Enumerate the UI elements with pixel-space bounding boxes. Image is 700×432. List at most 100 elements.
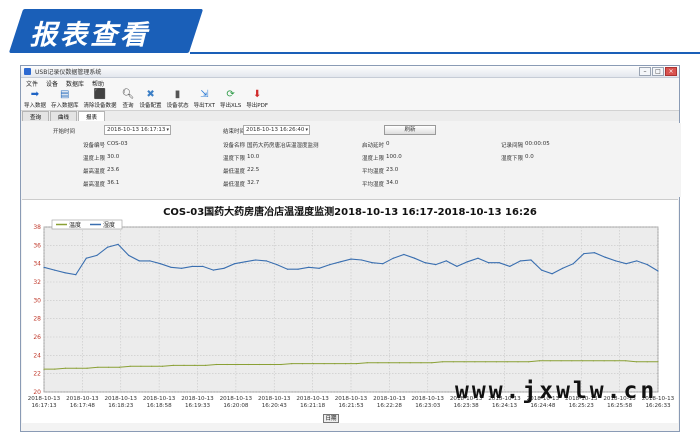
temperature-point — [614, 360, 616, 362]
export-xls-button[interactable]: ⟳ 导出XLS — [220, 88, 241, 110]
temperature-point — [43, 368, 45, 370]
temperature-point — [625, 360, 627, 362]
export-pdf-button[interactable]: ⬇ 导出PDF — [246, 88, 268, 110]
export-txt-icon: ⇲ — [200, 88, 209, 100]
y-tick-label: 36 — [33, 242, 41, 249]
tools-icon: ✖ — [146, 88, 155, 100]
tab-curve[interactable]: 曲线 — [50, 111, 78, 121]
x-tick-date: 2018-10-13 — [411, 396, 444, 402]
menu-database[interactable]: 数据库 — [66, 79, 84, 88]
temperature-point — [538, 360, 541, 362]
humidity-point — [413, 257, 416, 259]
temp-upper-value: 30.0 — [107, 154, 120, 160]
humidity-point — [54, 269, 56, 271]
minimize-button[interactable]: – — [639, 67, 651, 76]
humidity-point — [519, 260, 521, 262]
x-tick-date: 2018-10-13 — [181, 396, 214, 402]
max-hum-value: 36.1 — [107, 180, 120, 186]
x-tick-date: 2018-10-13 — [143, 396, 176, 402]
temperature-point — [485, 361, 487, 363]
banner-divider — [190, 52, 700, 54]
temperature-point — [54, 368, 56, 370]
hum-lower-value: 0.0 — [525, 154, 534, 160]
window-titlebar: USB记录仪数据管理系统 – □ × — [21, 66, 679, 78]
temperature-point — [64, 367, 67, 369]
temperature-point — [431, 362, 433, 364]
max-temp-value: 23.6 — [107, 167, 120, 173]
humidity-point — [636, 260, 638, 262]
hum-upper-value: 100.0 — [386, 154, 402, 160]
temperature-point — [258, 363, 260, 366]
query-button[interactable]: 🔍︎ 查询 — [121, 88, 135, 110]
max-temp-label: 最高温度 — [83, 169, 106, 175]
temperature-point — [129, 365, 131, 367]
temperature-point — [301, 363, 304, 365]
start-time-picker[interactable]: 2018-10-13 16:17:13 ▾ — [104, 125, 171, 135]
temperature-point — [506, 361, 508, 363]
humidity-point — [170, 266, 172, 268]
temperature-point — [323, 363, 325, 365]
humidity-point — [265, 260, 267, 262]
window-controls: – □ × — [639, 67, 677, 76]
device-config-button[interactable]: ✖ 设备配置 — [140, 88, 162, 110]
export-txt-button[interactable]: ⇲ 导出TXT — [194, 88, 215, 110]
x-tick-date: 2018-10-13 — [66, 396, 99, 402]
humidity-point — [625, 263, 627, 265]
app-icon — [24, 68, 31, 75]
calendar-dropdown-icon: ▾ — [305, 127, 308, 133]
refresh-button[interactable]: 刷新 — [384, 125, 436, 135]
humidity-point — [191, 265, 193, 267]
humidity-point — [339, 261, 341, 263]
import-icon: ➡ — [30, 88, 40, 100]
x-tick-time: 16:17:13 — [31, 403, 57, 409]
humidity-point — [128, 254, 130, 256]
search-icon: 🔍︎ — [121, 88, 135, 100]
x-tick-date: 2018-10-13 — [335, 396, 368, 402]
humidity-point — [329, 264, 331, 266]
temperature-point — [463, 361, 465, 363]
humidity-point — [477, 257, 479, 259]
import-data-button[interactable]: ➡ 导入数据 — [24, 88, 46, 110]
x-tick-date: 2018-10-13 — [258, 396, 291, 402]
maximize-button[interactable]: □ — [652, 67, 664, 76]
humidity-point — [276, 264, 278, 266]
temperature-point — [237, 363, 239, 366]
temperature-point — [582, 360, 584, 362]
temperature-point — [355, 363, 357, 365]
end-time-picker[interactable]: 2018-10-13 16:26:40 ▾ — [243, 125, 310, 135]
humidity-point — [212, 269, 214, 271]
x-tick-time: 16:18:58 — [147, 403, 173, 409]
humidity-point — [297, 268, 299, 270]
temperature-point — [452, 361, 454, 363]
menu-device[interactable]: 设备 — [46, 79, 58, 88]
y-tick-label: 24 — [33, 352, 41, 359]
watermark: www.jxwlw.cn — [455, 378, 658, 404]
temperature-point — [442, 361, 444, 363]
date-axis-button[interactable]: 日期 — [323, 414, 339, 423]
database-save-icon: ▤ — [60, 88, 70, 100]
x-tick-time: 16:18:23 — [108, 403, 134, 409]
humidity-point — [244, 261, 246, 263]
close-button[interactable]: × — [665, 67, 677, 76]
clear-device-data-button[interactable]: ⬛ 清除设备数据 — [84, 88, 117, 110]
max-hum-label: 最高湿度 — [83, 182, 106, 188]
humidity-point — [96, 254, 98, 256]
humidity-point — [361, 259, 363, 261]
humidity-point — [509, 265, 511, 267]
device-status-button[interactable]: ▮ 设备状态 — [167, 88, 189, 110]
menu-help[interactable]: 帮助 — [92, 79, 104, 88]
temperature-point — [571, 360, 573, 362]
humidity-point — [234, 263, 236, 265]
temperature-point — [161, 365, 164, 367]
temperature-point — [635, 361, 638, 363]
tab-query[interactable]: 查询 — [22, 111, 50, 121]
avg-temp-label: 平均温度 — [362, 169, 385, 175]
x-tick-date: 2018-10-13 — [373, 396, 406, 402]
temperature-point — [495, 361, 497, 363]
menu-file[interactable]: 文件 — [26, 79, 38, 88]
humidity-point — [85, 257, 87, 259]
legend-temperature-label: 温度 — [69, 221, 81, 229]
y-tick-label: 34 — [33, 261, 41, 268]
save-to-database-button[interactable]: ▤ 存入数据库 — [51, 88, 79, 110]
tab-report[interactable]: 报表 — [78, 111, 106, 121]
